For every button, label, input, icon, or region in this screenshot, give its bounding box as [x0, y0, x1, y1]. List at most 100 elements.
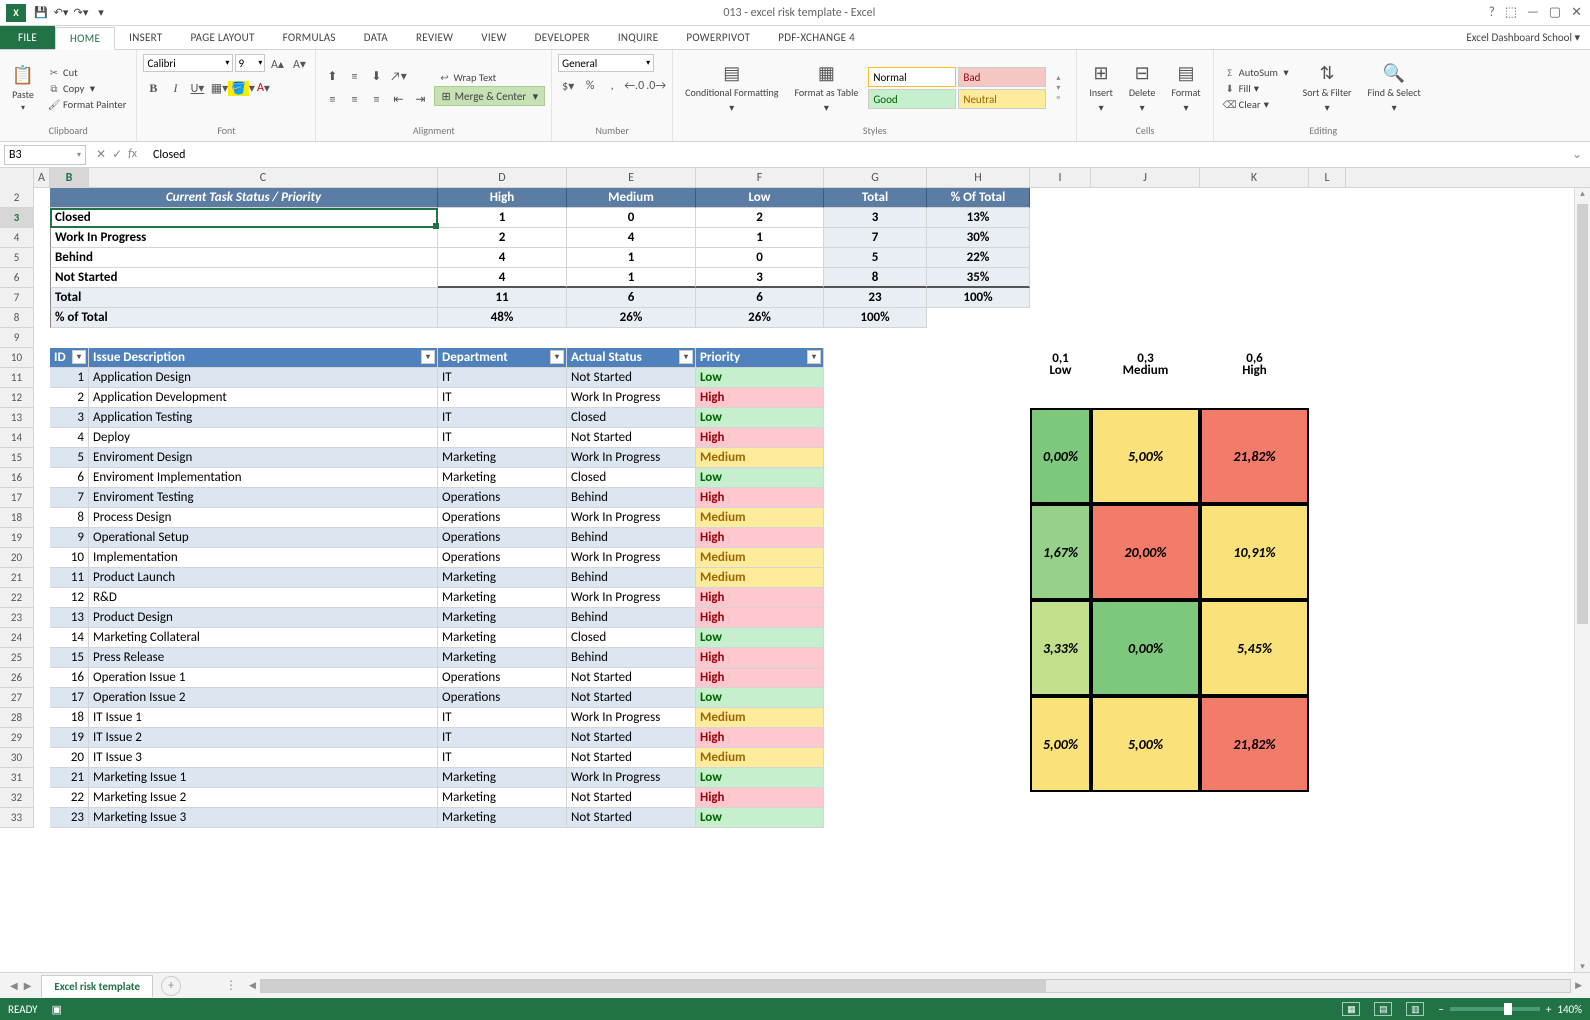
cell-C18[interactable]: Process Design: [89, 508, 438, 528]
row-header-15[interactable]: 15: [0, 448, 34, 468]
cell-B24[interactable]: 14: [50, 628, 89, 648]
cell-D2[interactable]: High: [438, 188, 567, 208]
scroll-thumb[interactable]: [1577, 204, 1588, 624]
cell-F12[interactable]: High: [696, 388, 824, 408]
cell-F29[interactable]: High: [696, 728, 824, 748]
cell-H6[interactable]: 35%: [927, 268, 1030, 288]
cell-F20[interactable]: Medium: [696, 548, 824, 568]
cell-D11[interactable]: IT: [438, 368, 567, 388]
cell-E33[interactable]: Not Started: [567, 808, 696, 828]
cell-G7[interactable]: 23: [824, 288, 927, 308]
row-header-16[interactable]: 16: [0, 468, 34, 488]
cell-E13[interactable]: Closed: [567, 408, 696, 428]
cell-E20[interactable]: Work In Progress: [567, 548, 696, 568]
risk-matrix-cell[interactable]: 5,00%: [1091, 408, 1200, 504]
cell-G5[interactable]: 5: [824, 248, 927, 268]
row-header-8[interactable]: 8: [0, 308, 34, 328]
cell-E16[interactable]: Closed: [567, 468, 696, 488]
cell-B17[interactable]: 7: [50, 488, 89, 508]
cell-H7[interactable]: 100%: [927, 288, 1030, 308]
cell-C20[interactable]: Implementation: [89, 548, 438, 568]
comma-format-button[interactable]: ,: [602, 76, 622, 96]
align-left-button[interactable]: ≡: [322, 90, 342, 110]
cell-G2[interactable]: Total: [824, 188, 927, 208]
cell-C11[interactable]: Application Design: [89, 368, 438, 388]
row-header-33[interactable]: 33: [0, 808, 34, 828]
cell-B29[interactable]: 19: [50, 728, 89, 748]
cell-E10[interactable]: Actual Status▾: [567, 348, 696, 368]
cell-E5[interactable]: 1: [567, 248, 696, 268]
tab-review[interactable]: REVIEW: [402, 26, 467, 49]
underline-button[interactable]: U▾: [187, 78, 207, 98]
cell-C14[interactable]: Deploy: [89, 428, 438, 448]
tab-home[interactable]: HOME: [55, 27, 115, 50]
row-header-20[interactable]: 20: [0, 548, 34, 568]
font-size-select[interactable]: 9▾: [235, 54, 265, 72]
cell-H2[interactable]: % Of Total: [927, 188, 1030, 208]
number-format-select[interactable]: General▾: [558, 54, 654, 72]
zoom-in-button[interactable]: +: [1546, 1003, 1551, 1016]
row-header-28[interactable]: 28: [0, 708, 34, 728]
cell-E14[interactable]: Not Started: [567, 428, 696, 448]
new-sheet-button[interactable]: +: [161, 976, 181, 996]
cell-E17[interactable]: Behind: [567, 488, 696, 508]
view-normal-icon[interactable]: ▦: [1342, 1002, 1360, 1016]
cell-F11[interactable]: Low: [696, 368, 824, 388]
cell-F2[interactable]: Low: [696, 188, 824, 208]
style-good[interactable]: Good: [868, 89, 956, 109]
conditional-formatting-button[interactable]: ▤Conditional Formatting▾: [679, 60, 784, 116]
cell-G4[interactable]: 7: [824, 228, 927, 248]
cell-F24[interactable]: Low: [696, 628, 824, 648]
col-header-I[interactable]: I: [1030, 168, 1091, 188]
col-header-K[interactable]: K: [1200, 168, 1309, 188]
dec-decimal-button[interactable]: .0→: [646, 76, 666, 96]
cell-C10[interactable]: Issue Description▾: [89, 348, 438, 368]
cell-B13[interactable]: 3: [50, 408, 89, 428]
filter-dropdown-icon[interactable]: ▾: [72, 350, 86, 364]
cell-F26[interactable]: High: [696, 668, 824, 688]
cell-B20[interactable]: 10: [50, 548, 89, 568]
cell-F4[interactable]: 1: [696, 228, 824, 248]
view-page-layout-icon[interactable]: ▤: [1374, 1002, 1392, 1016]
cell-B30[interactable]: 20: [50, 748, 89, 768]
align-top-button[interactable]: ⬆: [322, 67, 342, 87]
row-header-7[interactable]: 7: [0, 288, 34, 308]
cell-C33[interactable]: Marketing Issue 3: [89, 808, 438, 828]
sheet-tab-active[interactable]: Excel risk template: [41, 975, 153, 997]
cell-D24[interactable]: Marketing: [438, 628, 567, 648]
risk-matrix-cell[interactable]: 5,45%: [1200, 600, 1309, 696]
cell-B32[interactable]: 22: [50, 788, 89, 808]
cell-D28[interactable]: IT: [438, 708, 567, 728]
cell-F23[interactable]: High: [696, 608, 824, 628]
tab-view[interactable]: VIEW: [467, 26, 520, 49]
format-as-table-button[interactable]: ▦Format as Table▾: [788, 60, 864, 116]
cell-C13[interactable]: Application Testing: [89, 408, 438, 428]
cell-F14[interactable]: High: [696, 428, 824, 448]
cell-D23[interactable]: Marketing: [438, 608, 567, 628]
cell-E8[interactable]: 26%: [567, 308, 696, 328]
cell-B7[interactable]: Total: [50, 288, 438, 308]
cell-C12[interactable]: Application Development: [89, 388, 438, 408]
cell-D14[interactable]: IT: [438, 428, 567, 448]
row-header-2[interactable]: 2: [0, 188, 34, 208]
cell-C23[interactable]: Product Design: [89, 608, 438, 628]
cell-G8[interactable]: 100%: [824, 308, 927, 328]
cell-E23[interactable]: Behind: [567, 608, 696, 628]
cell-D22[interactable]: Marketing: [438, 588, 567, 608]
risk-matrix-cell[interactable]: 3,33%: [1030, 600, 1091, 696]
tab-file[interactable]: FILE: [0, 26, 55, 49]
cell-D4[interactable]: 2: [438, 228, 567, 248]
risk-matrix-cell[interactable]: 21,82%: [1200, 408, 1309, 504]
cell-C24[interactable]: Marketing Collateral: [89, 628, 438, 648]
cell-E29[interactable]: Not Started: [567, 728, 696, 748]
row-header-19[interactable]: 19: [0, 528, 34, 548]
cell-D21[interactable]: Marketing: [438, 568, 567, 588]
inc-decimal-button[interactable]: ←.0: [624, 76, 644, 96]
maximize-icon[interactable]: ▢: [1549, 5, 1561, 20]
cell-B18[interactable]: 8: [50, 508, 89, 528]
cell-D33[interactable]: Marketing: [438, 808, 567, 828]
cell-F7[interactable]: 6: [696, 288, 824, 308]
align-middle-button[interactable]: ≡: [344, 67, 364, 87]
risk-matrix-cell[interactable]: 21,82%: [1200, 696, 1309, 792]
tab-data[interactable]: DATA: [350, 26, 402, 49]
